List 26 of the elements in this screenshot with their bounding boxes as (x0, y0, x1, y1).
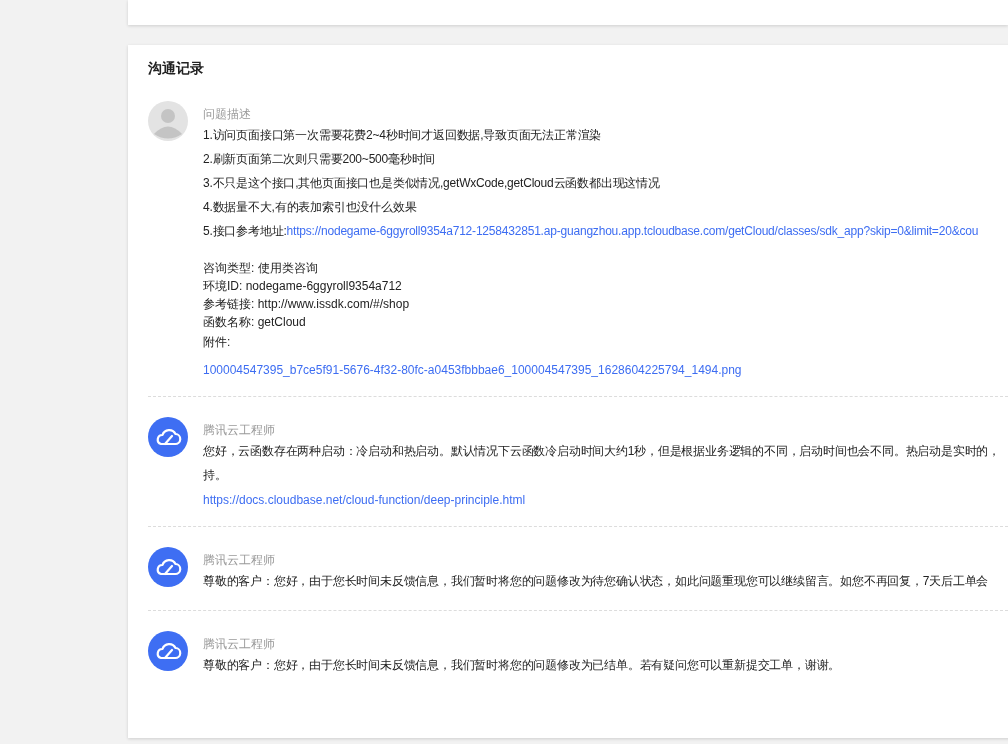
url-link[interactable]: https://docs.cloudbase.net/cloud-function/deep-principle.html (203, 491, 526, 509)
cloud-icon (148, 547, 188, 587)
author-name: 腾讯云工程师 (203, 422, 275, 439)
info-field: 环境ID: nodegame-6ggyroll9354a712 (203, 277, 410, 295)
message-text: 3.不只是这个接口,其他页面接口也是类似情况,getWxCode,getCloud云函数都出现这情况 (203, 175, 660, 192)
cloud-icon (148, 417, 188, 457)
attachment-link[interactable]: 100004547395_b7ce5f91-5676-4f32-80fc-a0453fbbbae6_100004547395_1628604225794_1494.png (203, 361, 742, 379)
info-field: 函数名称: getCloud (203, 313, 410, 331)
url-link[interactable]: https://nodegame-6ggyroll9354a712-1258432851.ap-guangzhou.app.tcloudbase.com/getCloud/classes/sdk_app?skip=0&limit=20&cou (286, 224, 979, 238)
message-text: 1.访问页面接口第一次需要花费2~4秒时间才返回数据,导致页面无法正常渲染 (203, 127, 602, 144)
section-title: 沟通记录 (148, 59, 204, 77)
info-field: 参考链接: http://www.issdk.com/#/shop (203, 295, 410, 313)
author-name: 问题描述 (203, 106, 251, 123)
info-field: 咨询类型: 使用类咨询 (203, 259, 410, 277)
message-text: 4.数据量不大,有的表加索引也没什么效果 (203, 199, 417, 216)
cloud-icon (148, 631, 188, 671)
message-text: 2.刷新页面第二次则只需要200~500毫秒时间 (203, 151, 436, 168)
author-name: 腾讯云工程师 (203, 552, 275, 569)
message-text: 尊敬的客户：您好，由于您长时间未反馈信息，我们暂时将您的问题修改为已结单。若有疑问您可以重新提交工单，谢谢。 (203, 657, 841, 674)
attachment-label: 附件: (203, 334, 231, 351)
author-name: 腾讯云工程师 (203, 636, 275, 653)
message-text: 尊敬的客户：您好，由于您长时间未反馈信息，我们暂时将您的问题修改为待您确认状态，如此问题重现您可以继续留言。如您不再回复，7天后工单会 (203, 573, 989, 590)
message-text: 5.接口参考地址: (203, 224, 287, 238)
avatar-icon (148, 101, 188, 141)
message-text: 持。 (203, 467, 227, 484)
message-text: 您好，云函数存在两种启动：冷启动和热启动。默认情况下云函数冷启动时间大约1秒，但是根据业务逻辑的不同，启动时间也会不同。热启动是实时的， (203, 443, 1001, 460)
